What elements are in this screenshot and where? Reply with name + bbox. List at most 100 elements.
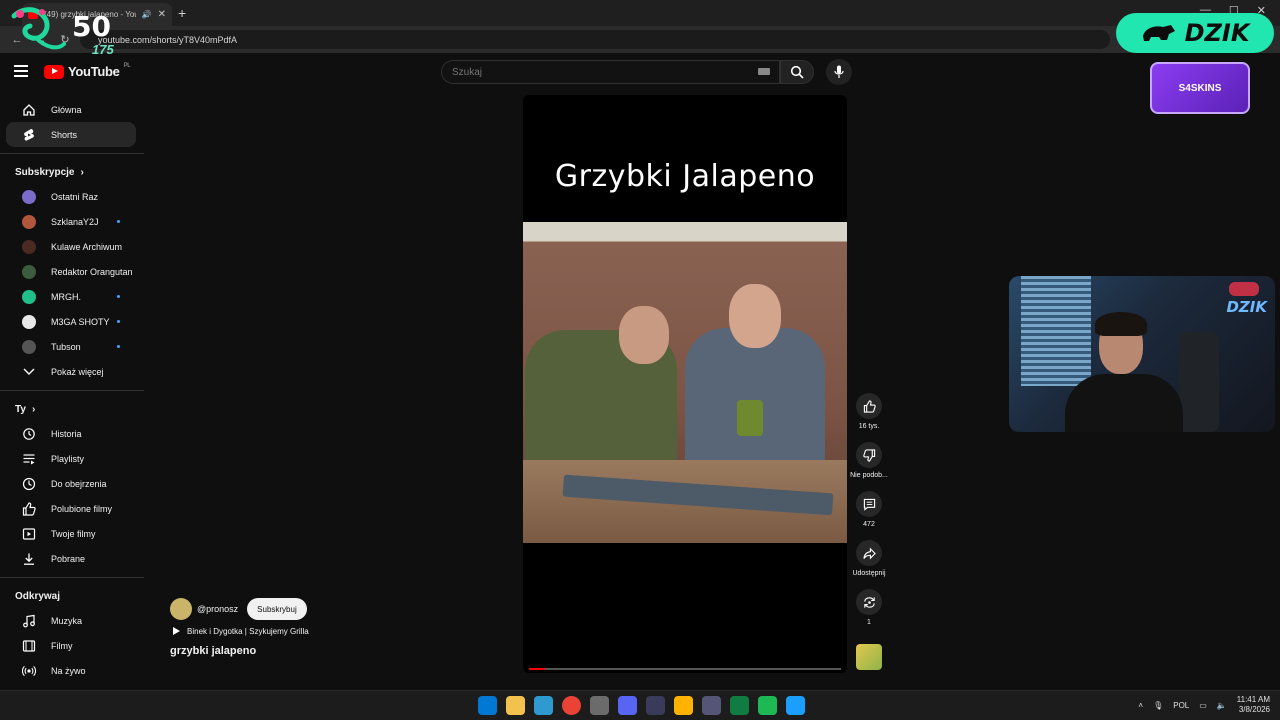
live-icon: [21, 663, 37, 679]
video-progress-fill: [529, 668, 545, 670]
subscriptions-list: Ostatni Raz SzklanaY2J Kulawe Archiwum Reda…: [0, 184, 144, 359]
comments-action: 472: [849, 491, 889, 540]
url-field[interactable]: youtube.com/shorts/yT8V40mPdfA: [80, 30, 1110, 49]
taskbar-app-icon[interactable]: [562, 696, 581, 715]
subscribe-button[interactable]: Subskrybuj: [247, 598, 307, 620]
sidebar-item-like[interactable]: Polubione filmy: [6, 496, 136, 521]
chevron-right-icon: ›: [80, 166, 84, 178]
menu-icon[interactable]: [14, 65, 28, 77]
like-button[interactable]: [856, 393, 882, 419]
channel-avatar[interactable]: [170, 598, 192, 620]
short-video-player[interactable]: Grzybki Jalapeno: [523, 95, 847, 673]
sponsor-badge: DZIK: [1116, 13, 1274, 53]
subscriptions-header[interactable]: Subskrypcje ›: [0, 160, 144, 184]
share-label: Udostępnij: [852, 570, 886, 577]
sidebar-subscription-item[interactable]: M3GA SHOTY: [6, 309, 136, 334]
microphone-tray-icon[interactable]: 🎙: [1153, 701, 1163, 710]
sidebar-item-label: Playlisty: [51, 453, 85, 464]
language-indicator[interactable]: POL: [1173, 701, 1189, 710]
remix-icon: [863, 596, 875, 608]
channel-avatar: [21, 339, 37, 355]
network-icon[interactable]: ▭: [1199, 701, 1207, 710]
show-more-button[interactable]: Pokaż więcej: [6, 359, 136, 384]
new-tab-button[interactable]: +: [178, 5, 186, 21]
sidebar-subscription-item[interactable]: Tubson: [6, 334, 136, 359]
taskbar-app-icon[interactable]: [702, 696, 721, 715]
comments-button[interactable]: [856, 491, 882, 517]
search-input[interactable]: [441, 60, 780, 84]
volume-icon[interactable]: 🔈: [1217, 701, 1227, 710]
sidebar-subscription-item[interactable]: Kulawe Archiwum: [6, 234, 136, 259]
taskbar-app-icon[interactable]: [786, 696, 805, 715]
shorts-icon: [21, 127, 37, 143]
close-tab-icon[interactable]: ✕: [158, 9, 166, 20]
channel-avatar: [21, 239, 37, 255]
sidebar-item-music[interactable]: Muzyka: [6, 608, 136, 633]
you-header[interactable]: Ty ›: [0, 397, 144, 421]
sidebar-subscription-item[interactable]: Ostatni Raz: [6, 184, 136, 209]
audio-source-thumbnail[interactable]: [856, 644, 882, 670]
sidebar-item-shorts[interactable]: Shorts: [6, 122, 136, 147]
sidebar-item-label: Twoje filmy: [51, 528, 96, 539]
sidebar-subscription-item[interactable]: SzklanaY2J: [6, 209, 136, 234]
dislike-button[interactable]: [856, 442, 882, 468]
sidebar-item-clock[interactable]: Do obejrzenia: [6, 471, 136, 496]
sidebar-item-label: Na żywo: [51, 665, 86, 676]
short-title: grzybki jalapeno: [170, 645, 257, 657]
taskbar-app-icon[interactable]: [506, 696, 525, 715]
taskbar-app-icon[interactable]: [618, 696, 637, 715]
search-button[interactable]: [780, 60, 814, 84]
sidebar-item-home[interactable]: Główna: [6, 97, 136, 122]
playlist-link[interactable]: Binek i Dygotka | Szykujemy Grilla: [172, 626, 309, 636]
sidebar-item-download[interactable]: Pobrane: [6, 546, 136, 571]
sidebar-item-label: Redaktor Orangutan: [51, 266, 133, 277]
dislike-action: Nie podob...: [849, 442, 889, 491]
sidebar-subscription-item[interactable]: Redaktor Orangutan: [6, 259, 136, 284]
taskbar-app-icon[interactable]: [674, 696, 693, 715]
share-icon: [862, 547, 876, 559]
taskbar-app-icon[interactable]: [590, 696, 609, 715]
streamer-body: [1065, 374, 1183, 432]
remix-button[interactable]: [856, 589, 882, 615]
video-person-left-head: [619, 306, 669, 364]
system-tray: ˄ 🎙 POL ▭ 🔈 11:41 AM 3/8/2026: [1138, 695, 1270, 715]
youtube-logo[interactable]: YouTube PL: [44, 63, 131, 79]
streamer-hair: [1095, 312, 1147, 336]
sidebar-item-film[interactable]: Filmy: [6, 633, 136, 658]
boar-icon: [1142, 25, 1175, 41]
like-action: 16 tys.: [849, 393, 889, 442]
video-progress-bar[interactable]: [529, 668, 841, 670]
explore-header: Odkrywaj: [0, 584, 144, 608]
taskbar-app-icon[interactable]: [758, 696, 777, 715]
share-button[interactable]: [856, 540, 882, 566]
sidebar-divider: [0, 577, 144, 578]
speaker-icon[interactable]: 🔊: [142, 10, 152, 19]
sidebar-item-history[interactable]: Historia: [6, 421, 136, 446]
new-content-dot: [117, 320, 120, 323]
taskbar-app-icon[interactable]: [478, 696, 497, 715]
channel-handle[interactable]: @pronosz: [197, 604, 238, 614]
logo-text: YouTube: [68, 64, 120, 79]
sidebar-item-label: Muzyka: [51, 615, 83, 626]
clock-date: 3/8/2026: [1238, 705, 1270, 714]
streamer-webcam: DZIK: [1009, 276, 1275, 432]
taskbar-app-icon[interactable]: [730, 696, 749, 715]
film-icon: [21, 638, 37, 654]
keyboard-icon[interactable]: [758, 68, 770, 75]
sidebar-subscription-item[interactable]: MRGH.: [6, 284, 136, 309]
new-content-dot: [117, 345, 120, 348]
sidebar-item-video[interactable]: Twoje filmy: [6, 521, 136, 546]
playlist-icon: [21, 451, 37, 467]
sponsor-label: DZIK: [1184, 19, 1250, 47]
voice-search-button[interactable]: [826, 59, 852, 85]
sidebar-item-playlist[interactable]: Playlisty: [6, 446, 136, 471]
remix-action: 1: [849, 589, 889, 638]
taskbar-app-icon[interactable]: [534, 696, 553, 715]
sidebar-item-live[interactable]: Na żywo: [6, 658, 136, 683]
clock[interactable]: 11:41 AM 3/8/2026: [1237, 695, 1270, 715]
taskbar-app-icon[interactable]: [646, 696, 665, 715]
sidebar-item-label: Tubson: [51, 341, 81, 352]
new-content-dot: [117, 220, 120, 223]
chevron-up-icon[interactable]: ˄: [1138, 701, 1143, 710]
sidebar-divider: [0, 390, 144, 391]
